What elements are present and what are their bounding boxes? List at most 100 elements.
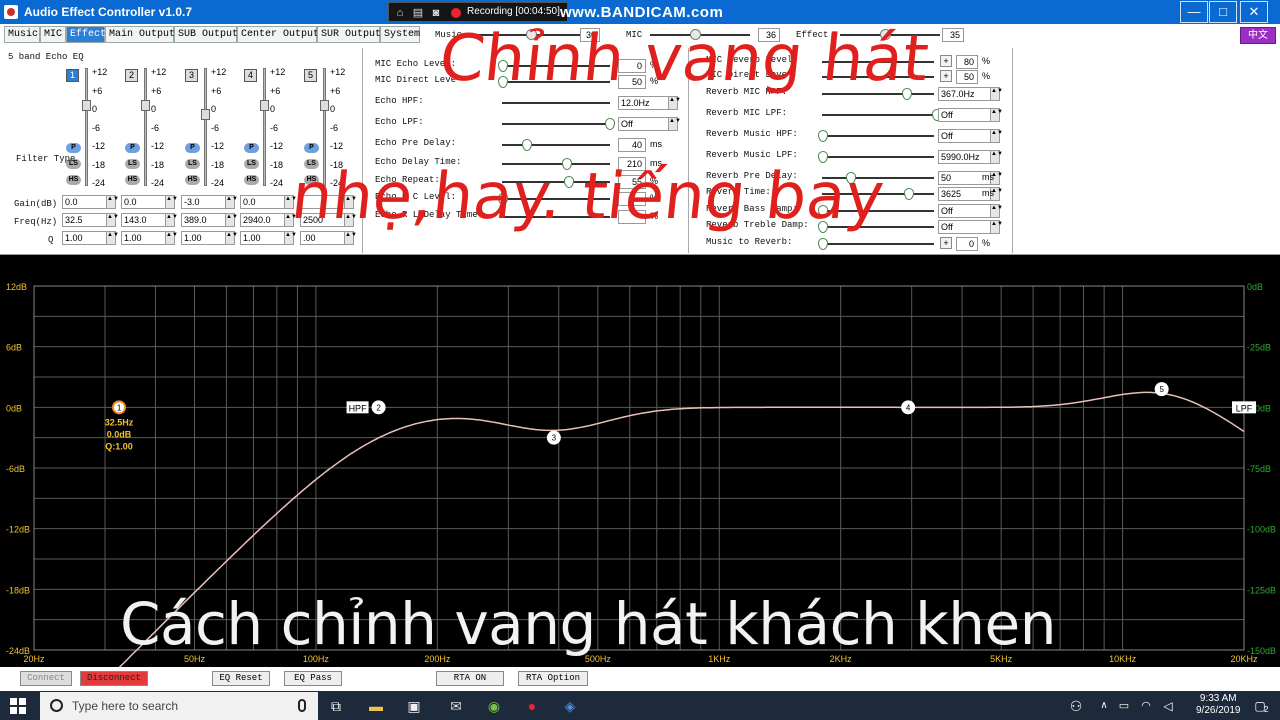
reverb-param-knob[interactable] bbox=[846, 172, 856, 184]
eq-q-input[interactable]: 1.00 ▲▼ bbox=[240, 231, 297, 245]
tab-sub-output[interactable]: SUB Output bbox=[174, 26, 238, 43]
reverb-param-knob[interactable] bbox=[818, 151, 828, 163]
echo-param-slider[interactable] bbox=[502, 198, 610, 200]
spin-arrows-icon[interactable]: ▲▼ bbox=[106, 196, 119, 208]
music-level-value[interactable]: 30 bbox=[580, 28, 600, 42]
eq-pass-button[interactable]: EQ Pass bbox=[284, 671, 342, 686]
filter-ls-button[interactable]: LS bbox=[304, 159, 319, 169]
eq-freq-input[interactable]: 32.5 ▲▼ bbox=[62, 213, 119, 227]
tab-system[interactable]: System bbox=[380, 26, 420, 43]
echo-param-knob[interactable] bbox=[564, 176, 574, 188]
spin-arrows-icon[interactable]: ▲▼ bbox=[668, 118, 681, 130]
reverb-param-value[interactable]: 5990.0Hz ▲▼ bbox=[938, 150, 1003, 164]
reverb-param-value[interactable]: 0 bbox=[956, 237, 978, 251]
spin-arrows-icon[interactable]: ▲▼ bbox=[225, 214, 238, 226]
mic-level-knob[interactable] bbox=[690, 29, 701, 40]
eq-q-input[interactable]: 1.00 ▲▼ bbox=[181, 231, 238, 245]
spin-arrows-icon[interactable]: ▲▼ bbox=[668, 97, 681, 109]
mic-level-value[interactable]: 36 bbox=[758, 28, 780, 42]
reverb-param-slider[interactable] bbox=[822, 156, 934, 158]
eq-band-gain-track[interactable] bbox=[263, 68, 266, 186]
spin-arrows-icon[interactable]: ▲▼ bbox=[990, 109, 1003, 121]
echo-param-knob[interactable] bbox=[498, 60, 508, 72]
people-icon[interactable]: ⚇ bbox=[1066, 696, 1086, 716]
filter-hs-button[interactable]: HS bbox=[185, 175, 200, 185]
reverb-param-slider[interactable] bbox=[822, 93, 934, 95]
chevron-up-icon[interactable]: ∧ bbox=[1094, 696, 1114, 716]
maximize-button[interactable]: □ bbox=[1209, 1, 1237, 23]
eq-band-select-4[interactable]: 4 bbox=[244, 69, 257, 82]
reverb-param-knob[interactable] bbox=[902, 88, 912, 100]
music-level-knob[interactable] bbox=[526, 29, 537, 40]
music-level-slider[interactable] bbox=[470, 34, 580, 36]
eq-q-input[interactable]: .00 ▲▼ bbox=[300, 231, 357, 245]
eq-band-gain-thumb[interactable] bbox=[201, 108, 210, 120]
eq-band-gain-thumb[interactable] bbox=[141, 99, 150, 111]
record-icon[interactable] bbox=[451, 8, 461, 18]
filter-p-button[interactable]: P bbox=[244, 143, 259, 153]
eq-q-input[interactable]: 1.00 ▲▼ bbox=[121, 231, 178, 245]
reverb-param-value[interactable]: 367.0Hz ▲▼ bbox=[938, 87, 1003, 101]
eq-q-input[interactable]: 1.00 ▲▼ bbox=[62, 231, 119, 245]
home-icon[interactable]: ⌂ bbox=[393, 6, 407, 20]
reverb-param-slider[interactable] bbox=[822, 243, 934, 245]
eq-freq-input[interactable]: 2500 ▲▼ bbox=[300, 213, 357, 227]
clock[interactable]: 9:33 AM 9/26/2019 bbox=[1196, 693, 1241, 717]
echo-param-knob[interactable] bbox=[562, 158, 572, 170]
eq-gain-input[interactable]: 0.0 ▲▼ bbox=[121, 195, 178, 209]
echo-param-value[interactable] bbox=[618, 210, 646, 224]
reverb-param-knob[interactable] bbox=[818, 130, 828, 142]
eq-gain-input[interactable]: -3.0 ▲▼ bbox=[181, 195, 238, 209]
reverb-param-slider[interactable] bbox=[822, 193, 934, 195]
connect-button[interactable]: Connect bbox=[20, 671, 72, 686]
reverb-param-slider[interactable] bbox=[822, 210, 934, 212]
echo-param-value[interactable]: 210 bbox=[618, 157, 646, 171]
reverb-param-knob[interactable] bbox=[818, 238, 828, 250]
microphone-icon[interactable] bbox=[298, 699, 306, 712]
language-button[interactable]: 中文 bbox=[1240, 27, 1276, 44]
spin-arrows-icon[interactable]: ▲▼ bbox=[225, 196, 238, 208]
folder-icon[interactable]: ▤ bbox=[411, 6, 425, 20]
eq-freq-input[interactable]: 389.0 ▲▼ bbox=[181, 213, 238, 227]
task-view-icon[interactable]: ⧉ bbox=[326, 696, 346, 716]
reverb-param-knob[interactable] bbox=[818, 205, 828, 217]
store-icon[interactable]: ▣ bbox=[404, 696, 424, 716]
filter-ls-button[interactable]: LS bbox=[185, 159, 200, 169]
echo-param-slider[interactable] bbox=[502, 181, 610, 183]
network-icon[interactable]: ▭ bbox=[1114, 696, 1134, 716]
echo-param-knob[interactable] bbox=[605, 118, 615, 130]
spin-arrows-icon[interactable]: ▲▼ bbox=[106, 232, 119, 244]
reverb-param-slider[interactable] bbox=[822, 61, 934, 63]
spin-arrows-icon[interactable]: ▲▼ bbox=[165, 214, 178, 226]
close-button[interactable]: ✕ bbox=[1240, 1, 1268, 23]
reverb-param-knob[interactable] bbox=[818, 221, 828, 233]
reverb-param-value[interactable]: 50 bbox=[956, 70, 978, 84]
tab-mic[interactable]: MIC bbox=[40, 26, 66, 43]
reverb-param-knob[interactable] bbox=[904, 188, 914, 200]
reverb-param-slider[interactable] bbox=[822, 226, 934, 228]
filter-hs-button[interactable]: HS bbox=[125, 175, 140, 185]
taskbar-search[interactable]: Type here to search bbox=[40, 692, 318, 720]
spin-arrows-icon[interactable]: ▲▼ bbox=[990, 151, 1003, 163]
eq-band-gain-thumb[interactable] bbox=[260, 99, 269, 111]
eq-band-gain-track[interactable] bbox=[144, 68, 147, 186]
echo-param-value[interactable]: 12.0Hz ▲▼ bbox=[618, 96, 681, 110]
increment-button[interactable]: + bbox=[940, 70, 952, 82]
spin-arrows-icon[interactable]: ▲▼ bbox=[990, 205, 1003, 217]
spin-arrows-icon[interactable]: ▲▼ bbox=[165, 196, 178, 208]
eq-band-gain-track[interactable] bbox=[85, 68, 88, 186]
audio-controller-icon[interactable]: ◈ bbox=[560, 696, 580, 716]
eq-freq-input[interactable]: 143.0 ▲▼ bbox=[121, 213, 178, 227]
reverb-param-slider[interactable] bbox=[822, 177, 934, 179]
rta-on-button[interactable]: RTA ON bbox=[436, 671, 504, 686]
filter-p-button[interactable]: P bbox=[66, 143, 81, 153]
filter-p-button[interactable]: P bbox=[125, 143, 140, 153]
spin-arrows-icon[interactable]: ▲▼ bbox=[106, 214, 119, 226]
reverb-param-value[interactable]: Off ▲▼ bbox=[938, 220, 1003, 234]
echo-param-value[interactable]: 50 bbox=[618, 75, 646, 89]
reverb-param-value[interactable]: Off ▲▼ bbox=[938, 108, 1003, 122]
reverb-param-slider[interactable] bbox=[822, 135, 934, 137]
eq-gain-input[interactable]: ▲▼ bbox=[300, 195, 357, 209]
tab-effect[interactable]: Effect bbox=[66, 26, 106, 43]
echo-param-slider[interactable] bbox=[502, 65, 610, 67]
